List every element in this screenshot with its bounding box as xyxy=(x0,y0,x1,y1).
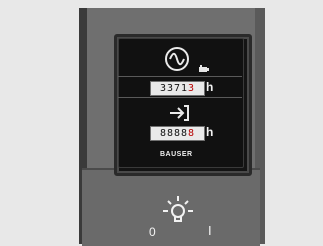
photo: 3371 3 h 8888 8 h BAUSER 0 I xyxy=(0,0,323,246)
switch-off-label: 0 xyxy=(149,225,156,239)
arrow-enter-icon xyxy=(170,105,189,121)
hour-counter-2: 8888 8 xyxy=(150,126,205,141)
key-icon xyxy=(199,65,209,72)
lamp-icon xyxy=(163,196,193,222)
counter-2-unit: h xyxy=(206,125,214,139)
counter-1-unit: h xyxy=(206,80,214,94)
sine-wave-icon xyxy=(165,47,189,71)
counter-2-digits: 8888 xyxy=(159,128,189,139)
counter-2-last-digit: 8 xyxy=(188,128,196,139)
counter-1-digits: 3371 xyxy=(159,83,189,94)
top-separator xyxy=(118,76,242,77)
counter-1-last-digit: 3 xyxy=(188,83,196,94)
brand-label: BAUSER xyxy=(160,151,193,158)
switch-on-label: I xyxy=(208,223,212,238)
hour-counter-1: 3371 3 xyxy=(150,81,205,96)
middle-separator xyxy=(118,97,242,98)
